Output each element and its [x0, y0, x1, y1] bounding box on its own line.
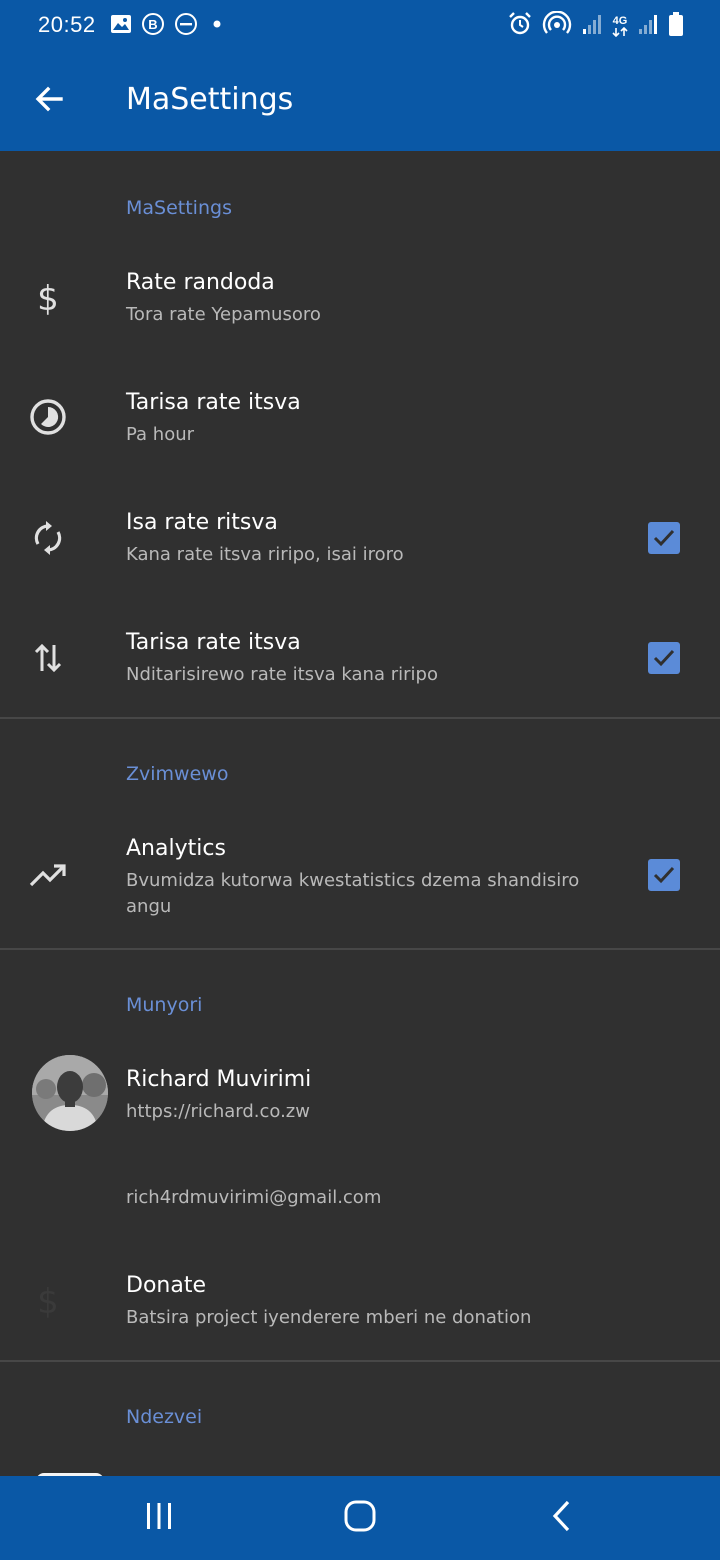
pref-analytics[interactable]: Analytics Bvumidza kutorwa kwestatistics… — [0, 806, 720, 948]
status-left-icons: B — [110, 12, 227, 41]
divider — [0, 717, 720, 719]
svg-text:$: $ — [37, 280, 59, 316]
pref-summary: Pa hour — [126, 424, 195, 445]
home-icon — [343, 1499, 377, 1538]
section-header-zvimwewo: Zvimwewo — [126, 763, 229, 785]
section-header-ndezvei: Ndezvei — [126, 1406, 203, 1428]
status-right-icons: 4G — [507, 10, 684, 42]
pref-title: Isa rate ritsva — [126, 510, 278, 535]
pref-email[interactable]: rich4rdmuvirimi@gmail.com — [0, 1157, 720, 1243]
pref-summary: Batsira project iyenderere mberi ne dona… — [126, 1307, 532, 1328]
section-header-munyori: Munyori — [126, 994, 203, 1016]
pref-summary: Nditarisirewo rate itsva kana riripo — [126, 664, 438, 685]
app-bar: MaSettings — [0, 52, 720, 151]
section-header-masettings: MaSettings — [126, 197, 232, 219]
settings-list[interactable]: MaSettings $ Rate randoda Tora rate Yepa… — [0, 151, 720, 1476]
divider — [0, 948, 720, 950]
pref-isa-rate-ritsva[interactable]: Isa rate ritsva Kana rate itsva riripo, … — [0, 480, 720, 600]
status-time: 20:52 — [38, 12, 96, 37]
page-title: MaSettings — [126, 82, 294, 117]
do-not-disturb-icon — [174, 12, 198, 41]
trending-up-icon — [28, 856, 68, 896]
pref-summary: Kana rate itsva riripo, isai iroro — [126, 544, 404, 565]
pref-about[interactable] — [0, 1449, 720, 1476]
dollar-icon: $ — [28, 278, 68, 318]
swap-vert-icon — [28, 638, 68, 678]
pref-title: Analytics — [126, 836, 226, 861]
pref-rate-randoda[interactable]: $ Rate randoda Tora rate Yepamusoro — [0, 240, 720, 360]
divider — [0, 1360, 720, 1362]
b-icon: B — [141, 12, 165, 41]
signal-icon — [637, 12, 659, 41]
4g-label: 4G — [612, 14, 628, 27]
pref-summary: Bvumidza kutorwa kwestatistics dzema sha… — [126, 870, 580, 917]
back-button[interactable] — [28, 80, 70, 122]
checkbox-isa-rate-ritsva[interactable] — [648, 522, 680, 554]
avatar — [32, 1055, 108, 1131]
checkbox-analytics[interactable] — [648, 859, 680, 891]
dollar-icon: $ — [28, 1281, 68, 1321]
svg-text:$: $ — [37, 1283, 59, 1319]
email-text: rich4rdmuvirimi@gmail.com — [126, 1187, 382, 1208]
pref-title: Richard Muvirimi — [126, 1067, 312, 1092]
pref-summary: https://richard.co.zw — [126, 1101, 310, 1122]
signal-icon — [581, 12, 603, 41]
hotspot-icon — [542, 10, 572, 42]
system-back-button[interactable] — [538, 1494, 586, 1542]
arrow-back-icon — [33, 83, 65, 120]
pref-title: Tarisa rate itsva — [126, 630, 301, 655]
battery-icon — [668, 11, 684, 42]
back-icon — [547, 1499, 577, 1538]
pref-summary: Tora rate Yepamusoro — [126, 304, 321, 325]
pref-author[interactable]: Richard Muvirimi https://richard.co.zw — [0, 1037, 720, 1157]
pref-title: Rate randoda — [126, 270, 275, 295]
recent-apps-icon — [144, 1501, 174, 1536]
svg-text:B: B — [148, 17, 157, 32]
recent-apps-button[interactable] — [135, 1494, 183, 1542]
pref-title: Donate — [126, 1273, 206, 1298]
home-button[interactable] — [336, 1494, 384, 1542]
navigation-bar — [0, 1476, 720, 1560]
image-icon — [110, 14, 132, 39]
timelapse-icon — [28, 397, 68, 437]
4g-icon: 4G — [612, 14, 628, 37]
checkbox-tarisa-rate-itsva[interactable] — [648, 642, 680, 674]
sync-icon — [28, 518, 68, 558]
pref-tarisa-rate-itsva-auto[interactable]: Tarisa rate itsva Nditarisirewo rate its… — [0, 600, 720, 717]
status-bar: 20:52 B 4G — [0, 0, 720, 52]
pref-donate[interactable]: $ Donate Batsira project iyenderere mber… — [0, 1243, 720, 1360]
alarm-icon — [507, 11, 533, 42]
pref-tarisa-rate-itsva-interval[interactable]: Tarisa rate itsva Pa hour — [0, 360, 720, 480]
dot-icon — [207, 12, 227, 41]
pref-title: Tarisa rate itsva — [126, 390, 301, 415]
